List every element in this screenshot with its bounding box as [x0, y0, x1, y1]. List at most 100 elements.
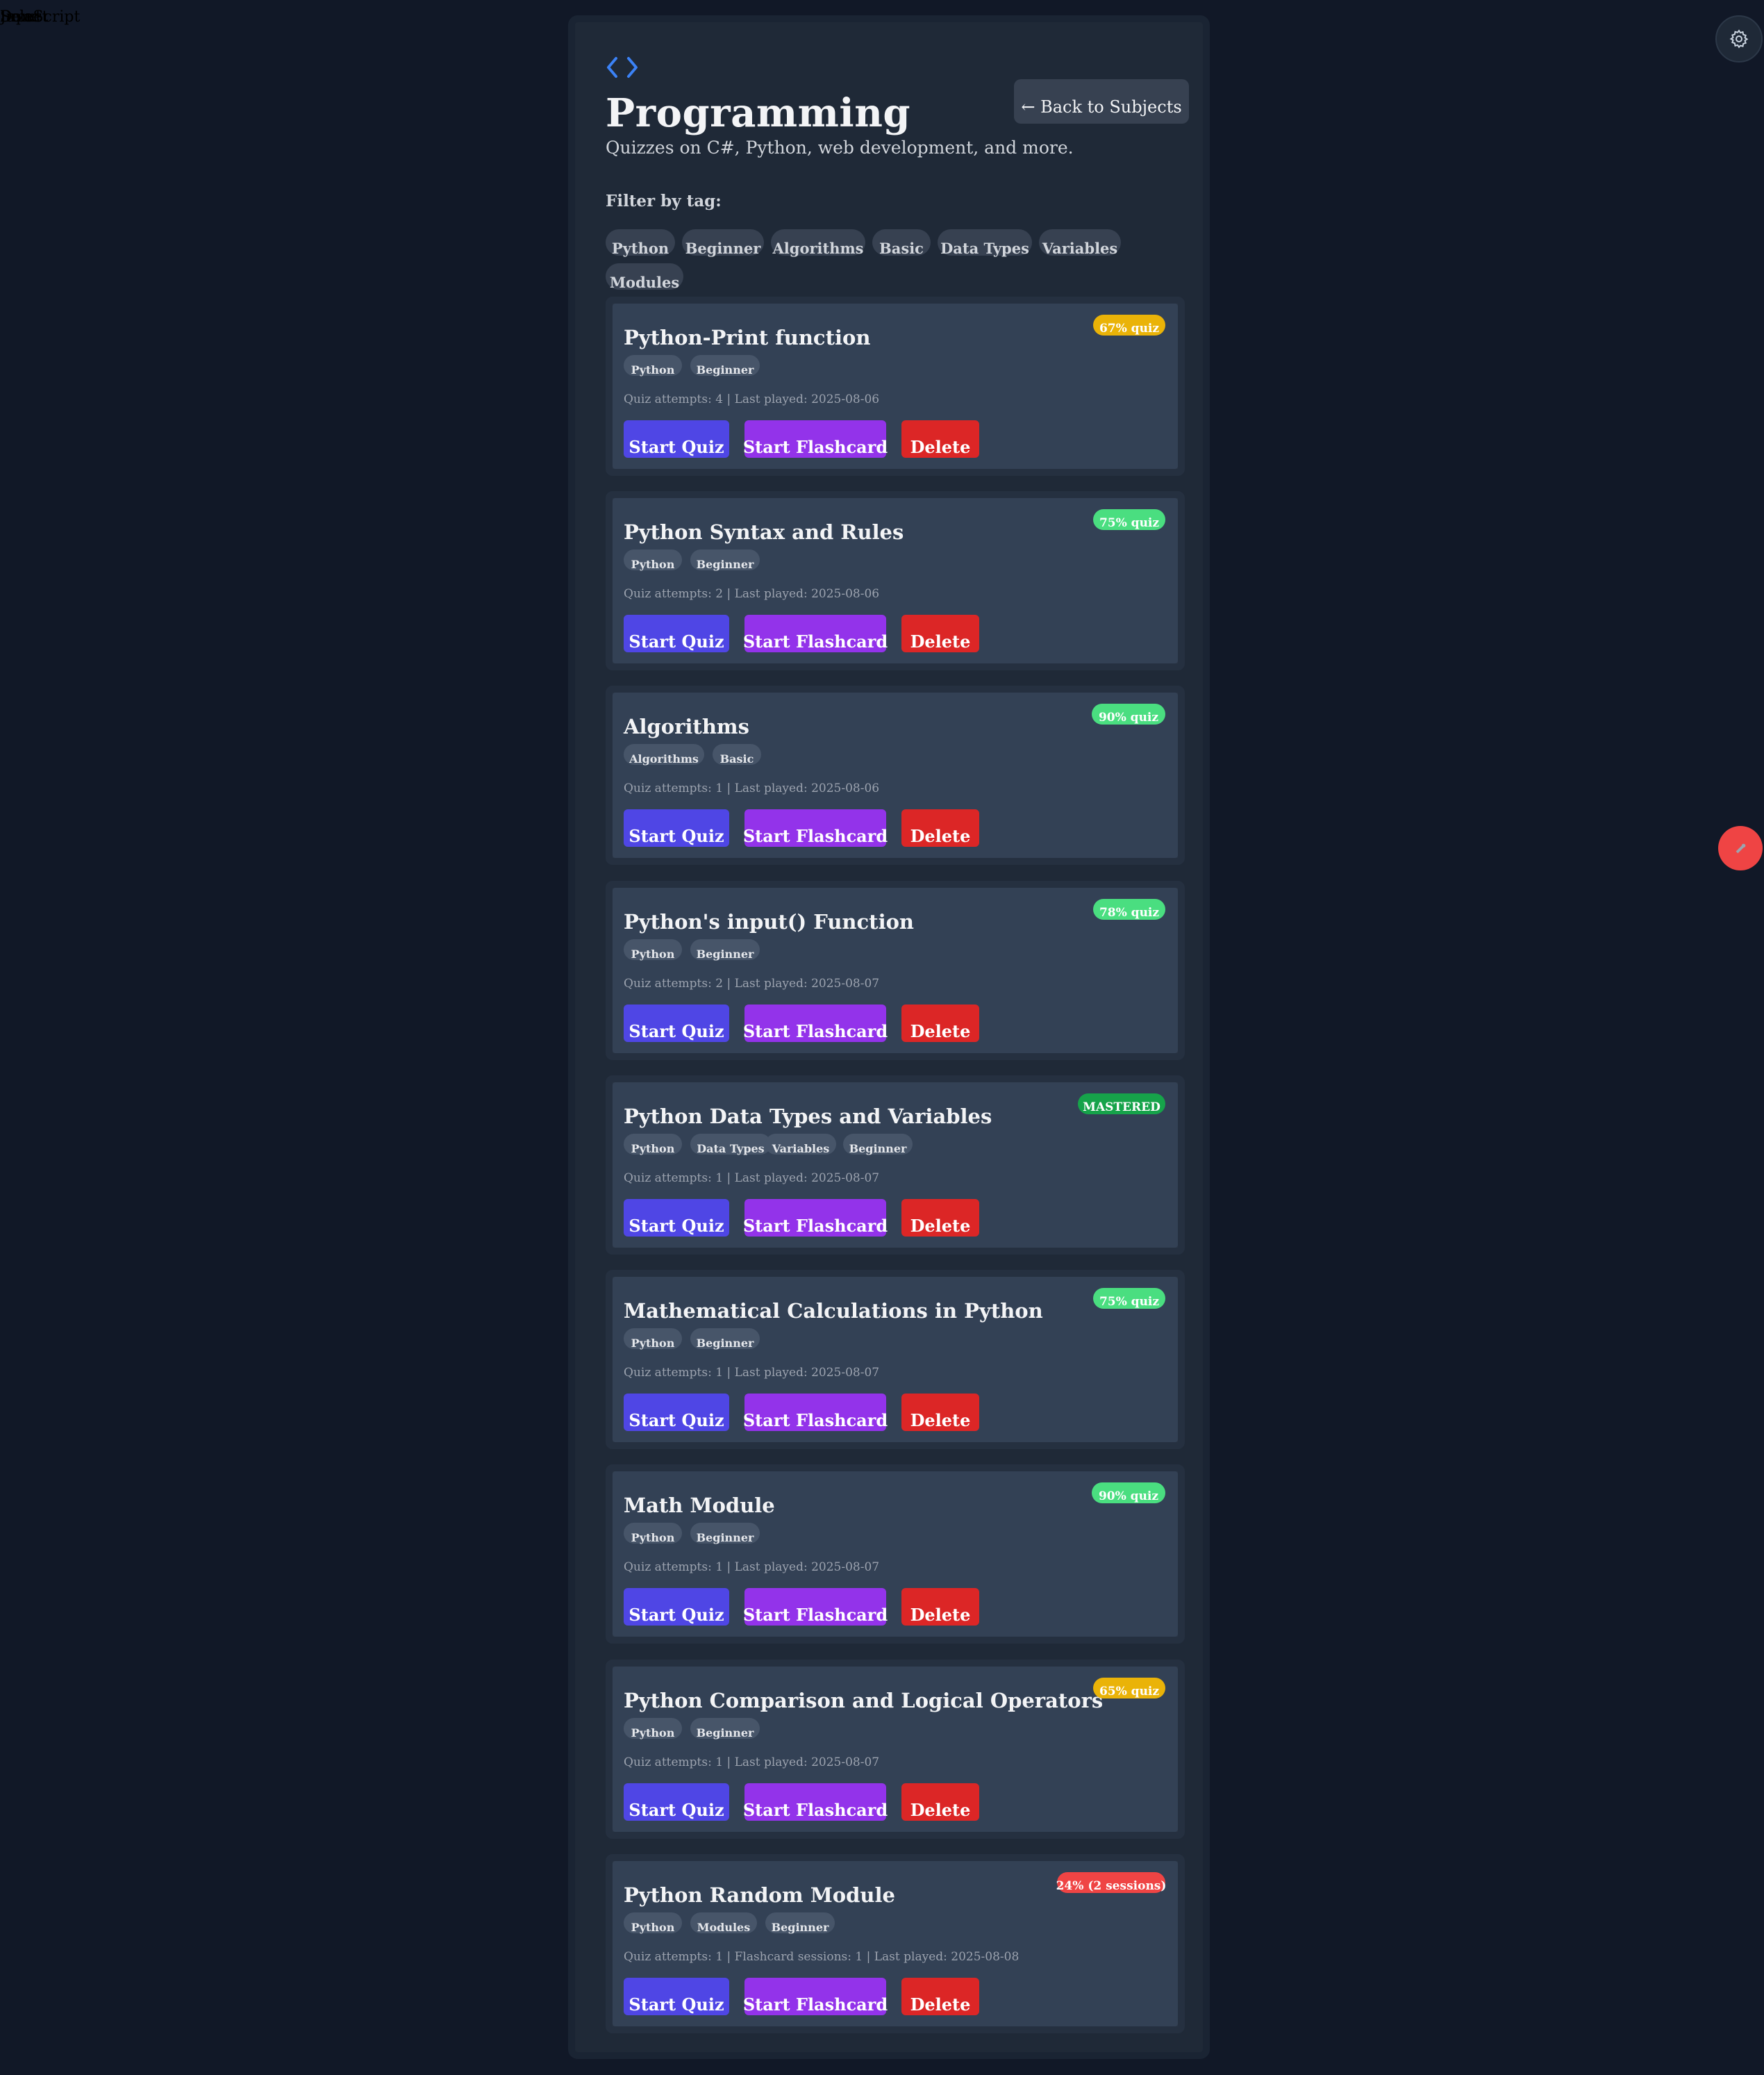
quiz-card: Algorithms 90% quiz Algorithms Basic Qui… [606, 686, 1185, 865]
quiz-tag: Python [624, 355, 682, 377]
quiz-tag: Modules [690, 1912, 757, 1934]
start-flashcard-button[interactable]: Start Flashcard [743, 1783, 888, 1821]
start-quiz-button[interactable]: Start Quiz [624, 1978, 729, 2015]
score-badge: 75% quiz [1093, 1288, 1165, 1309]
quiz-tag: Python [624, 1134, 682, 1155]
page-title: Programming [606, 90, 911, 136]
delete-button[interactable]: Delete [901, 420, 979, 458]
delete-button[interactable]: Delete [901, 1394, 979, 1431]
start-flashcard-button[interactable]: Start Flashcard [743, 420, 888, 458]
settings-button[interactable] [1715, 15, 1763, 63]
quiz-title: Python-Print function [624, 326, 871, 349]
quiz-meta: Quiz attempts: 1 | Last played: 2025-08-… [624, 1171, 880, 1185]
quiz-title: Python Comparison and Logical Operators [624, 1689, 1104, 1712]
quiz-meta: Quiz attempts: 1 | Last played: 2025-08-… [624, 782, 880, 795]
score-badge: 75% quiz [1093, 509, 1165, 530]
subject-panel: Programming Quizzes on C#, Python, web d… [568, 15, 1210, 2059]
quiz-tag: Data Types [690, 1134, 771, 1155]
quiz-meta: Quiz attempts: 1 | Flashcard sessions: 1… [624, 1950, 1020, 1964]
quiz-card: Python-Print function 67% quiz Python Be… [606, 297, 1185, 476]
quiz-title: Python Syntax and Rules [624, 520, 904, 544]
quiz-card: Python's input() Function 78% quiz Pytho… [606, 881, 1185, 1060]
quiz-tag: Python [624, 1328, 682, 1350]
delete-button[interactable]: Delete [901, 1978, 979, 2015]
quiz-title: Math Module [624, 1494, 775, 1517]
score-badge: 90% quiz [1092, 1482, 1165, 1503]
start-quiz-button[interactable]: Start Quiz [624, 1588, 729, 1626]
quiz-meta: Quiz attempts: 1 | Last played: 2025-08-… [624, 1366, 880, 1380]
filter-label: Filter by tag: [606, 192, 722, 210]
start-flashcard-button[interactable]: Start Flashcard [743, 615, 888, 652]
quiz-meta: Quiz attempts: 2 | Last played: 2025-08-… [624, 587, 880, 601]
quiz-meta: Quiz attempts: 4 | Last played: 2025-08-… [624, 392, 880, 406]
quiz-title: Python Data Types and Variables [624, 1105, 992, 1128]
quiz-title: Python's input() Function [624, 910, 915, 934]
start-flashcard-button[interactable]: Start Flashcard [743, 1199, 888, 1237]
quiz-card: Python Comparison and Logical Operators … [606, 1660, 1185, 1839]
quiz-title: Mathematical Calculations in Python [624, 1299, 1043, 1323]
quiz-tag: Python [624, 939, 682, 961]
quiz-meta: Quiz attempts: 2 | Last played: 2025-08-… [624, 977, 880, 991]
filter-tag-beginner[interactable]: Beginner [682, 229, 764, 257]
quiz-meta: Quiz attempts: 1 | Last played: 2025-08-… [624, 1560, 880, 1574]
filter-tag-basic[interactable]: Basic [872, 229, 931, 257]
filter-tag-data-types[interactable]: Data Types [938, 229, 1032, 257]
start-quiz-button[interactable]: Start Quiz [624, 1394, 729, 1431]
score-badge: 67% quiz [1093, 315, 1165, 336]
quiz-meta: Quiz attempts: 1 | Last played: 2025-08-… [624, 1755, 880, 1769]
gear-icon [1729, 29, 1749, 49]
delete-button[interactable]: Delete [901, 809, 979, 847]
quiz-tag: Beginner [690, 939, 760, 961]
quiz-tag: Basic [713, 744, 761, 766]
start-flashcard-button[interactable]: Start Flashcard [743, 1394, 888, 1431]
delete-button[interactable]: Delete [901, 1588, 979, 1626]
debug-fab-button[interactable] [1718, 826, 1763, 870]
back-to-subjects-button[interactable]: ← Back to Subjects [1014, 79, 1189, 124]
quiz-tag: Beginner [690, 1523, 760, 1544]
start-quiz-button[interactable]: Start Quiz [624, 1199, 729, 1237]
start-flashcard-button[interactable]: Start Flashcard [743, 809, 888, 847]
score-badge: 65% quiz [1093, 1678, 1165, 1698]
quiz-tag: Beginner [690, 355, 760, 377]
quiz-card: Python Syntax and Rules 75% quiz Python … [606, 491, 1185, 670]
start-quiz-button[interactable]: Start Quiz [624, 1005, 729, 1042]
filter-tag-modules[interactable]: Modules [606, 263, 683, 291]
mastered-badge: MASTERED [1078, 1093, 1165, 1114]
quiz-tag: Python [624, 1912, 682, 1934]
start-quiz-button[interactable]: Start Quiz [624, 1783, 729, 1821]
page-subtitle: Quizzes on C#, Python, web development, … [606, 138, 1074, 158]
score-badge: 90% quiz [1092, 704, 1165, 725]
quiz-tag: Beginner [690, 549, 760, 571]
start-flashcard-button[interactable]: Start Flashcard [743, 1978, 888, 2015]
delete-button[interactable]: Delete [901, 1005, 979, 1042]
quiz-tag: Algorithms [624, 744, 704, 766]
start-quiz-button[interactable]: Start Quiz [624, 615, 729, 652]
quiz-tag: Python [624, 549, 682, 571]
score-badge: 24% (2 sessions) [1056, 1872, 1166, 1893]
filter-tag-variables[interactable]: Variables [1039, 229, 1121, 257]
start-quiz-button[interactable]: Start Quiz [624, 809, 729, 847]
quiz-card: Python Random Module 24% (2 sessions) Py… [606, 1854, 1185, 2033]
quiz-tag: Python [624, 1718, 682, 1739]
start-flashcard-button[interactable]: Start Flashcard [743, 1588, 888, 1626]
quiz-tag: Beginner [690, 1328, 760, 1350]
quiz-card: Python Data Types and Variables MASTERED… [606, 1075, 1185, 1255]
filter-tag-algorithms[interactable]: Algorithms [771, 229, 865, 257]
overlay-text-4: Select [0, 8, 49, 26]
quiz-card: Math Module 90% quiz Python Beginner Qui… [606, 1464, 1185, 1644]
start-flashcard-button[interactable]: Start Flashcard [743, 1005, 888, 1042]
quiz-tag: Python [624, 1523, 682, 1544]
quiz-card: Mathematical Calculations in Python 75% … [606, 1270, 1185, 1449]
score-badge: 78% quiz [1093, 899, 1165, 920]
delete-button[interactable]: Delete [901, 615, 979, 652]
quiz-tag: Beginner [765, 1912, 835, 1934]
filter-tag-python[interactable]: Python [606, 229, 675, 257]
bug-icon [1736, 843, 1746, 854]
quiz-tag: Beginner [690, 1718, 760, 1739]
quiz-tag: Variables [765, 1134, 836, 1155]
code-icon [606, 56, 639, 82]
delete-button[interactable]: Delete [901, 1199, 979, 1237]
delete-button[interactable]: Delete [901, 1783, 979, 1821]
quiz-title: Python Random Module [624, 1883, 895, 1907]
start-quiz-button[interactable]: Start Quiz [624, 420, 729, 458]
